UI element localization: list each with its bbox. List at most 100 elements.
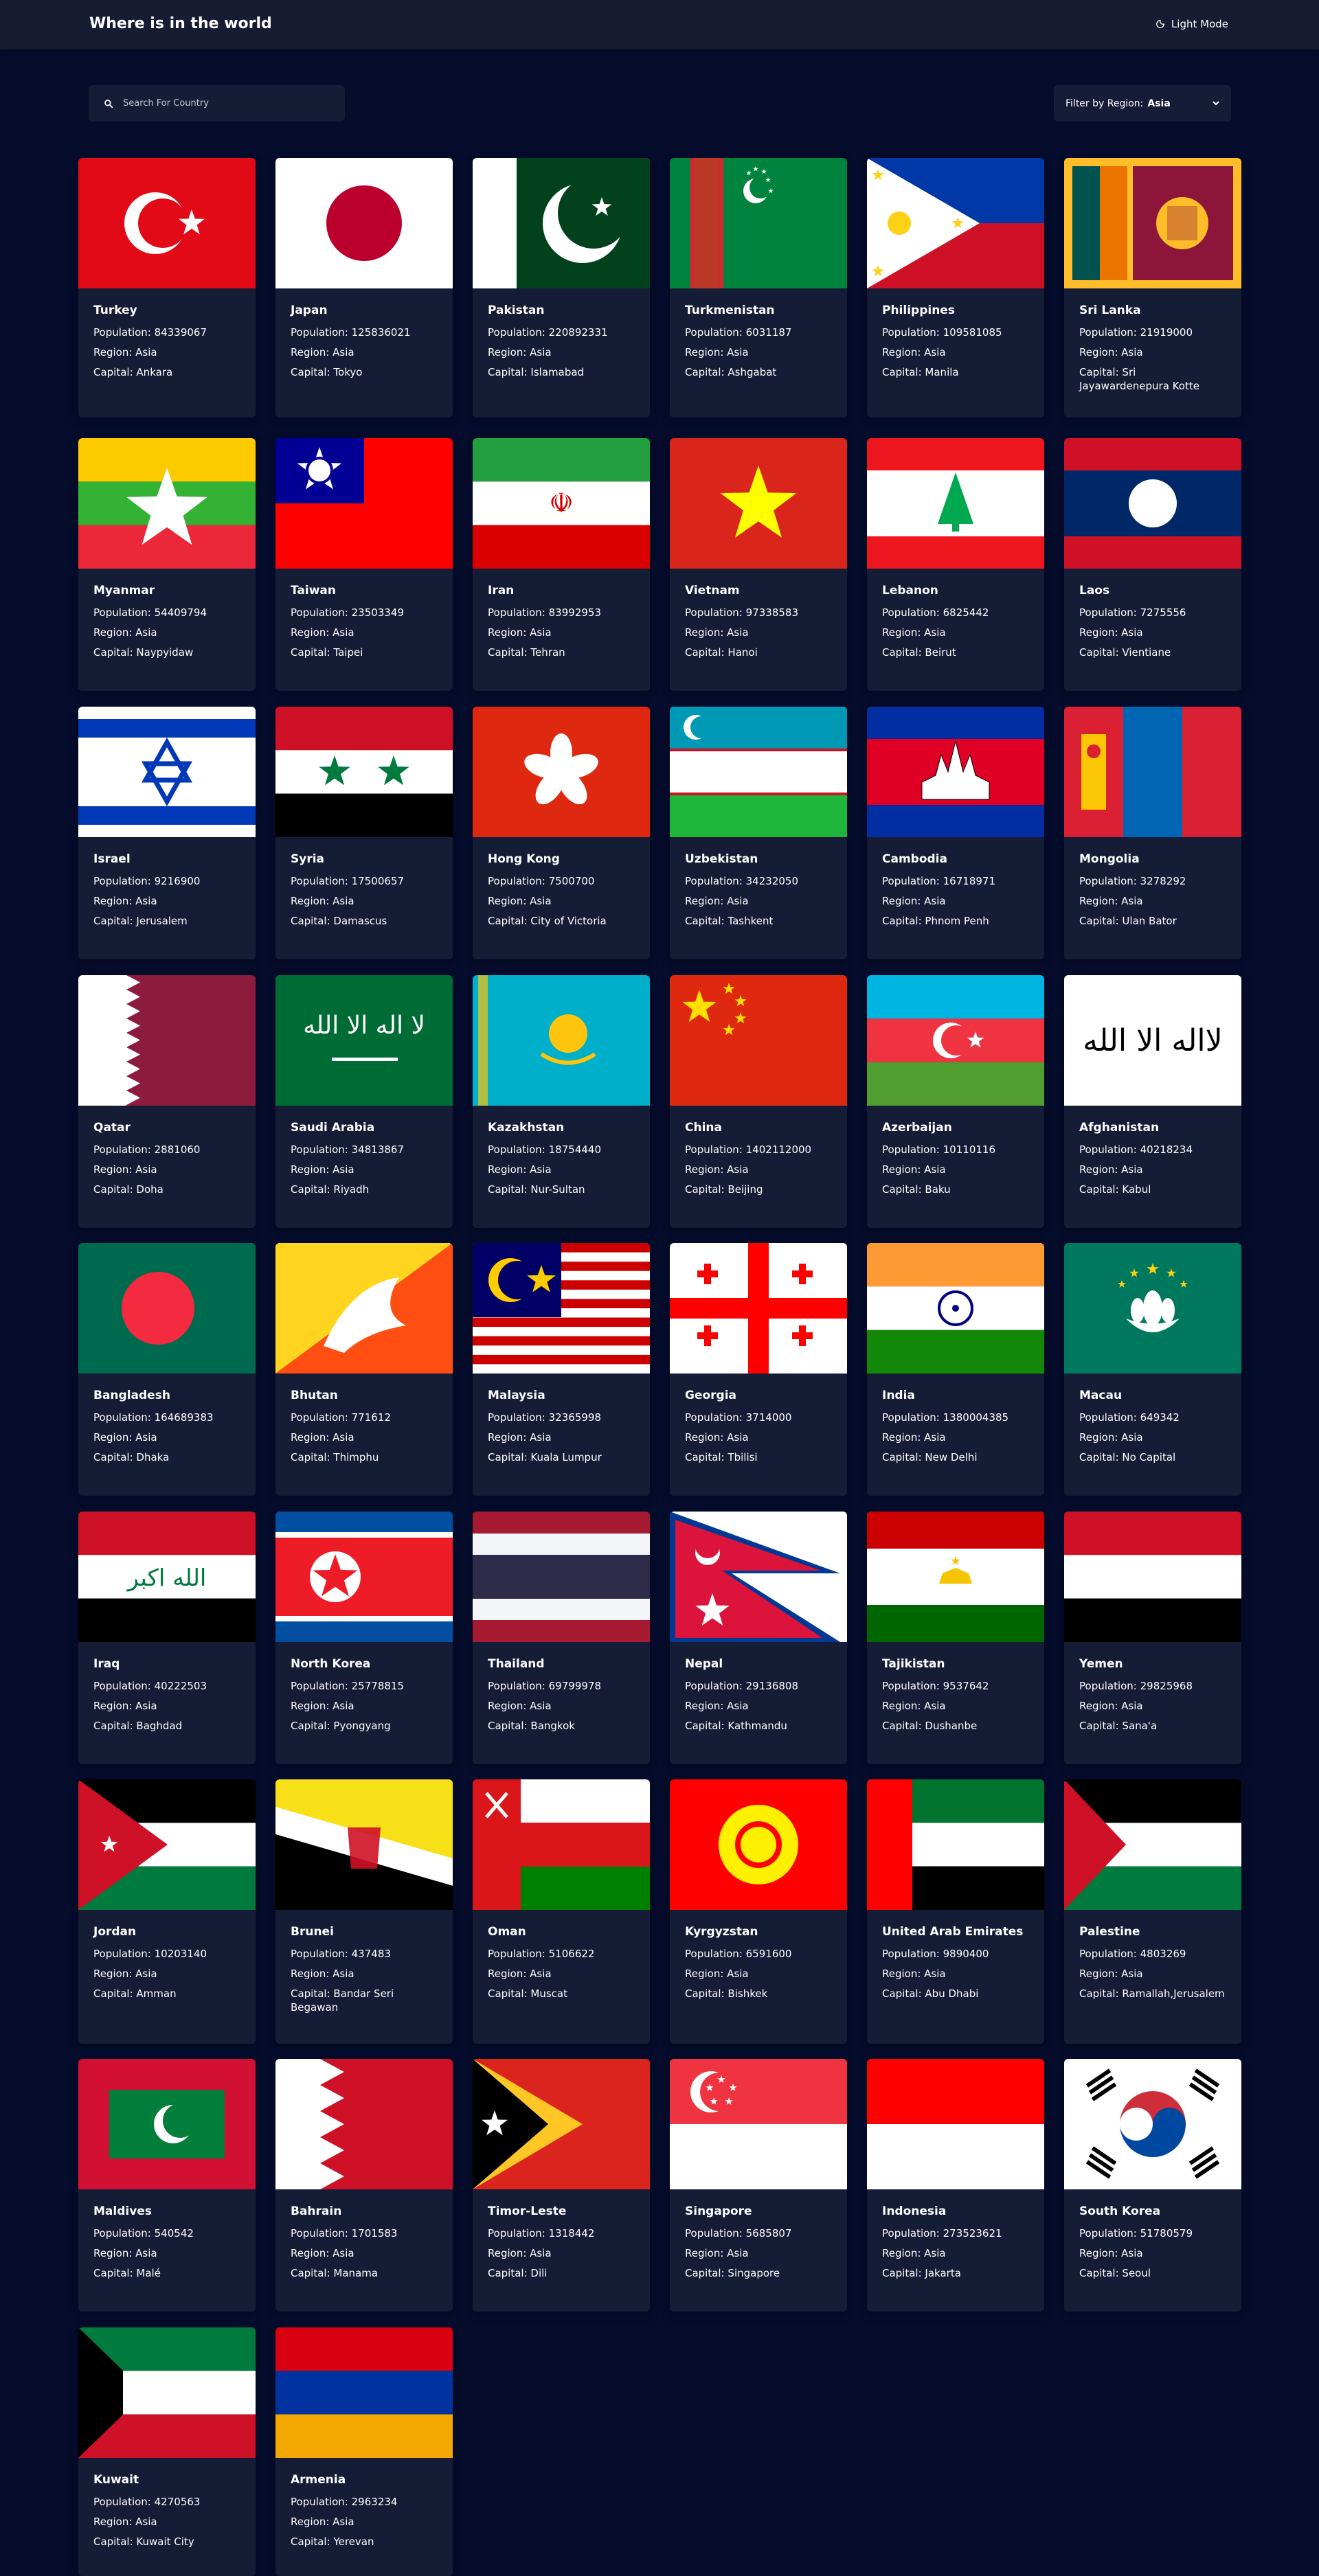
population-label: Population: [1079,875,1140,887]
country-region: Region: Asia [685,345,832,359]
country-card[interactable]: Uzbekistan Population: 34232050 Region: … [670,707,847,959]
search-input[interactable] [113,98,345,109]
country-card[interactable]: Maldives Population: 540542 Region: Asia… [78,2059,256,2312]
country-card[interactable]: Taiwan Population: 23503349 Region: Asia… [275,438,453,691]
country-card[interactable]: Georgia Population: 3714000 Region: Asia… [670,1243,847,1496]
population-value: 649342 [1140,1411,1180,1424]
region-filter[interactable]: Filter by Region: Asia [1054,85,1231,122]
country-flag: ﻻ ﺍﻟﻪ ﺍﻻ ﺍﻟﻠﻪ [275,975,453,1106]
country-card[interactable]: Laos Population: 7275556 Region: Asia Ca… [1064,438,1241,691]
country-card[interactable]: Philippines Population: 109581085 Region… [867,158,1044,418]
country-card[interactable]: Nepal Population: 29136808 Region: Asia … [670,1512,847,1764]
population-label: Population: [882,2227,943,2239]
region-value: Asia [727,626,749,639]
capital-label: Capital: [93,366,137,378]
population-value: 4803269 [1140,1948,1186,1960]
population-value: 125836021 [351,326,411,339]
country-card[interactable]: China Population: 1402112000 Region: Asi… [670,975,847,1228]
country-card[interactable]: Jordan Population: 10203140 Region: Asia… [78,1779,256,2044]
country-card[interactable]: Bahrain Population: 1701583 Region: Asia… [275,2059,453,2312]
region-value: Asia [332,1968,354,1980]
country-card[interactable]: Lebanon Population: 6825442 Region: Asia… [867,438,1044,691]
region-value: Asia [924,1163,946,1176]
region-label: Region: [291,1163,333,1176]
theme-toggle-label: Light Mode [1171,18,1228,30]
country-card[interactable]: Timor-Leste Population: 1318442 Region: … [473,2059,650,2312]
country-card[interactable]: North Korea Population: 25778815 Region:… [275,1512,453,1764]
country-card[interactable]: Macau Population: 649342 Region: Asia Ca… [1064,1243,1241,1496]
country-card[interactable]: Turkey Population: 84339067 Region: Asia… [78,158,256,418]
country-card[interactable]: India Population: 1380004385 Region: Asi… [867,1243,1044,1496]
country-card[interactable]: ﺍﻟﻠﻪ ﺍﻛﺒﺮ Iraq Population: 40222503 Regi… [78,1512,256,1764]
country-region: Region: Asia [882,1163,1029,1176]
population-value: 7500700 [548,875,595,887]
country-card[interactable]: Bhutan Population: 771612 Region: Asia C… [275,1243,453,1496]
country-card[interactable]: United Arab Emirates Population: 9890400… [867,1779,1044,2044]
capital-label: Capital: [291,2267,334,2279]
country-card[interactable]: Bangladesh Population: 164689383 Region:… [78,1243,256,1496]
country-flag [78,438,256,569]
population-value: 16718971 [943,875,995,887]
country-card[interactable]: Kyrgyzstan Population: 6591600 Region: A… [670,1779,847,2044]
capital-label: Capital: [291,1987,334,2000]
population-label: Population: [291,1680,352,1692]
country-card[interactable]: Azerbaijan Population: 10110116 Region: … [867,975,1044,1228]
country-capital: Capital: No Capital [1079,1450,1226,1464]
country-card[interactable]: Japan Population: 125836021 Region: Asia… [275,158,453,418]
country-card[interactable]: ﻻﺍﻟﻪ ﺍﻻ ﺍﻟﻠﻪ Afghanistan Population: 402… [1064,975,1241,1228]
population-value: 273523621 [943,2227,1002,2239]
country-name: Cambodia [882,852,947,866]
country-population: Population: 10203140 [93,1947,240,1961]
population-label: Population: [1079,1680,1140,1692]
country-card[interactable]: Vietnam Population: 97338583 Region: Asi… [670,438,847,691]
country-card[interactable]: Kazakhstan Population: 18754440 Region: … [473,975,650,1228]
country-population: Population: 6825442 [882,606,1029,619]
country-card[interactable]: Syria Population: 17500657 Region: Asia … [275,707,453,959]
country-card[interactable]: Pakistan Population: 220892331 Region: A… [473,158,650,418]
country-flag [275,1779,453,1910]
country-card[interactable]: Turkmenistan Population: 6031187 Region:… [670,158,847,418]
country-card[interactable]: Brunei Population: 437483 Region: Asia C… [275,1779,453,2044]
country-population: Population: 34813867 [291,1143,438,1156]
country-region: Region: Asia [1079,1431,1226,1444]
country-card[interactable]: Armenia Population: 2963234 Region: Asia… [275,2327,453,2576]
country-capital: Capital: Dili [488,2266,635,2280]
population-value: 32365998 [548,1411,601,1424]
country-capital: Capital: Manila [882,365,1029,379]
country-card[interactable]: Oman Population: 5106622 Region: Asia Ca… [473,1779,650,2044]
country-population: Population: 2963234 [291,2495,438,2509]
country-card[interactable]: Kuwait Population: 4270563 Region: Asia … [78,2327,256,2576]
region-value: Asia [530,1163,552,1176]
country-card[interactable]: Mongolia Population: 3278292 Region: Asi… [1064,707,1241,959]
country-capital: Capital: Amman [93,1987,240,2001]
country-card[interactable]: Malaysia Population: 32365998 Region: As… [473,1243,650,1496]
search-box[interactable] [89,85,345,122]
country-card[interactable]: Palestine Population: 4803269 Region: As… [1064,1779,1241,2044]
country-card[interactable]: Israel Population: 9216900 Region: Asia … [78,707,256,959]
country-card[interactable]: Hong Kong Population: 7500700 Region: As… [473,707,650,959]
country-name: Syria [291,852,325,866]
region-label: Region: [488,1700,530,1712]
country-name: Laos [1079,584,1110,597]
capital-label: Capital: [291,2535,334,2548]
country-flag: ﺍﻟﻠﻪ ﺍﻛﺒﺮ [78,1512,256,1642]
region-value: Asia [727,1968,749,1980]
country-card[interactable]: Yemen Population: 29825968 Region: Asia … [1064,1512,1241,1764]
country-card[interactable]: Cambodia Population: 16718971 Region: As… [867,707,1044,959]
country-card[interactable]: South Korea Population: 51780579 Region:… [1064,2059,1241,2312]
capital-value: Damascus [333,915,387,927]
country-card[interactable]: Indonesia Population: 273523621 Region: … [867,2059,1044,2312]
country-card[interactable]: Singapore Population: 5685807 Region: As… [670,2059,847,2312]
country-card[interactable]: Thailand Population: 69799978 Region: As… [473,1512,650,1764]
country-card[interactable]: Sri Lanka Population: 21919000 Region: A… [1064,158,1241,418]
region-value: Asia [924,1700,946,1712]
country-card[interactable]: Qatar Population: 2881060 Region: Asia C… [78,975,256,1228]
region-label: Region: [93,1968,136,1980]
theme-toggle[interactable]: Light Mode [1155,0,1228,48]
country-card[interactable]: ☫ Iran Population: 83992953 Region: Asia… [473,438,650,691]
country-card[interactable]: Tajikistan Population: 9537642 Region: A… [867,1512,1044,1764]
country-card[interactable]: Myanmar Population: 54409794 Region: Asi… [78,438,256,691]
country-card[interactable]: ﻻ ﺍﻟﻪ ﺍﻻ ﺍﻟﻠﻪ Saudi Arabia Population: 3… [275,975,453,1228]
capital-value: Ashgabat [728,366,777,378]
region-label: Region: [291,895,333,907]
